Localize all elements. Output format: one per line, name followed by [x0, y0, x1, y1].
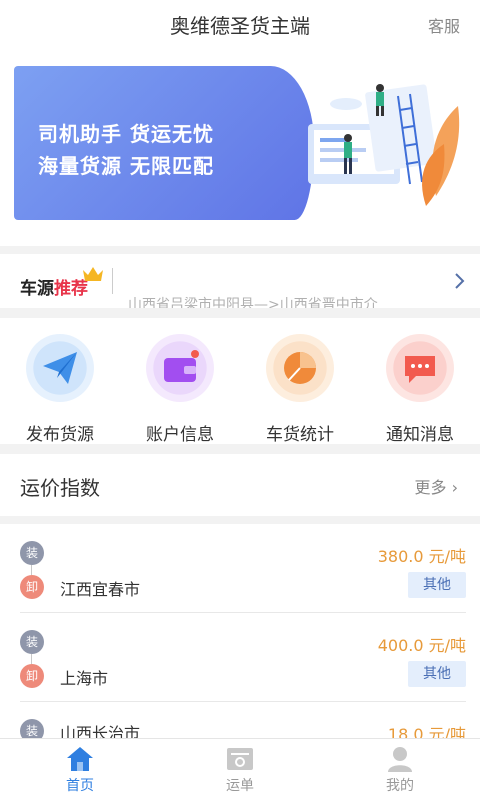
route-connector	[31, 654, 32, 664]
cargo-stats-circle	[266, 334, 334, 402]
app-title: 奥维德圣货主端	[170, 14, 310, 38]
cargo-stats-label: 车货统计	[266, 425, 334, 445]
pie-chart-icon	[284, 352, 316, 384]
customer-service-link[interactable]: 客服	[428, 13, 460, 37]
route-connector	[31, 565, 32, 575]
banner-slogan-2: 海量货源 无限匹配	[38, 154, 214, 178]
user-icon	[388, 747, 412, 772]
crown-icon	[83, 267, 103, 281]
recommend-brand: 车源推荐	[20, 274, 88, 299]
price: 400.0 元/吨	[377, 636, 466, 655]
chevron-right-icon[interactable]	[454, 272, 466, 290]
publish-cargo-label: 发布货源	[26, 425, 94, 445]
chevron-right-icon: ›	[451, 478, 458, 497]
bottom-tab-bar: 首页 运单 我的	[0, 738, 480, 800]
quick-actions: 发布货源 账户信息 车货统计 通知消息	[0, 318, 480, 445]
banner-illustration	[308, 84, 460, 206]
more-link[interactable]: 更多 ›	[414, 474, 458, 498]
notifications-button[interactable]: 通知消息	[360, 332, 480, 445]
freight-price-list: 装 卸 江西宜春市 380.0 元/吨 其他 装 卸 上海市 400.0 元/吨…	[0, 524, 480, 738]
vehicle-recommend-bar[interactable]: 车源推荐 山西省吕梁市中阳县—>山西省晋中市介	[0, 254, 480, 308]
waybill-icon	[227, 748, 253, 770]
promo-banner[interactable]: 司机助手 货运无忧 海量货源 无限匹配	[14, 66, 466, 220]
paper-plane-icon	[43, 352, 77, 384]
list-item[interactable]: 装 卸 上海市 400.0 元/吨 其他	[0, 613, 480, 702]
load-city: 山西长治市	[60, 724, 141, 738]
list-item[interactable]: 装 山西长治市 18.0 元/吨	[0, 702, 480, 738]
account-info-circle	[146, 334, 214, 402]
load-tag: 装	[20, 630, 44, 654]
top-bar: 奥维德圣货主端 客服	[0, 0, 480, 50]
brand-hot-text: 推荐	[54, 279, 88, 299]
cargo-stats-button[interactable]: 车货统计	[240, 332, 360, 445]
chat-bubble-icon	[405, 356, 435, 383]
unload-tag: 卸	[20, 664, 44, 688]
brand-main-text: 车源	[20, 279, 54, 299]
divider	[112, 268, 113, 294]
more-label: 更多	[414, 478, 447, 497]
price: 380.0 元/吨	[377, 547, 466, 566]
tab-home-label: 首页	[66, 778, 94, 794]
freight-index-title: 运价指数	[20, 476, 100, 500]
home-icon	[67, 747, 93, 771]
cargo-type-badge: 其他	[408, 572, 466, 598]
scrolling-route-text: 山西省吕梁市中阳县—>山西省晋中市介	[128, 297, 378, 308]
banner-slogan-1: 司机助手 货运无忧	[38, 122, 214, 146]
freight-index-header: 运价指数 更多 ›	[0, 454, 480, 516]
tab-mine-label: 我的	[386, 778, 414, 794]
load-tag: 装	[20, 541, 44, 565]
unload-city: 江西宜春市	[60, 580, 141, 599]
cargo-type-badge: 其他	[408, 661, 466, 687]
notifications-label: 通知消息	[386, 425, 454, 445]
account-info-button[interactable]: 账户信息	[120, 332, 240, 445]
account-info-label: 账户信息	[146, 425, 214, 445]
banner-section: 司机助手 货运无忧 海量货源 无限匹配	[0, 50, 480, 246]
tab-home[interactable]: 首页	[0, 739, 160, 800]
publish-cargo-button[interactable]: 发布货源	[0, 332, 120, 445]
load-tag: 装	[20, 719, 44, 738]
price: 18.0 元/吨	[387, 725, 466, 738]
tab-waybill-label: 运单	[226, 778, 254, 794]
tab-waybill[interactable]: 运单	[160, 739, 320, 800]
tab-mine[interactable]: 我的	[320, 739, 480, 800]
publish-cargo-circle	[26, 334, 94, 402]
unload-tag: 卸	[20, 575, 44, 599]
list-item[interactable]: 装 卸 江西宜春市 380.0 元/吨 其他	[0, 524, 480, 613]
unload-city: 上海市	[60, 669, 109, 688]
notifications-circle	[386, 334, 454, 402]
wallet-icon	[164, 350, 199, 382]
